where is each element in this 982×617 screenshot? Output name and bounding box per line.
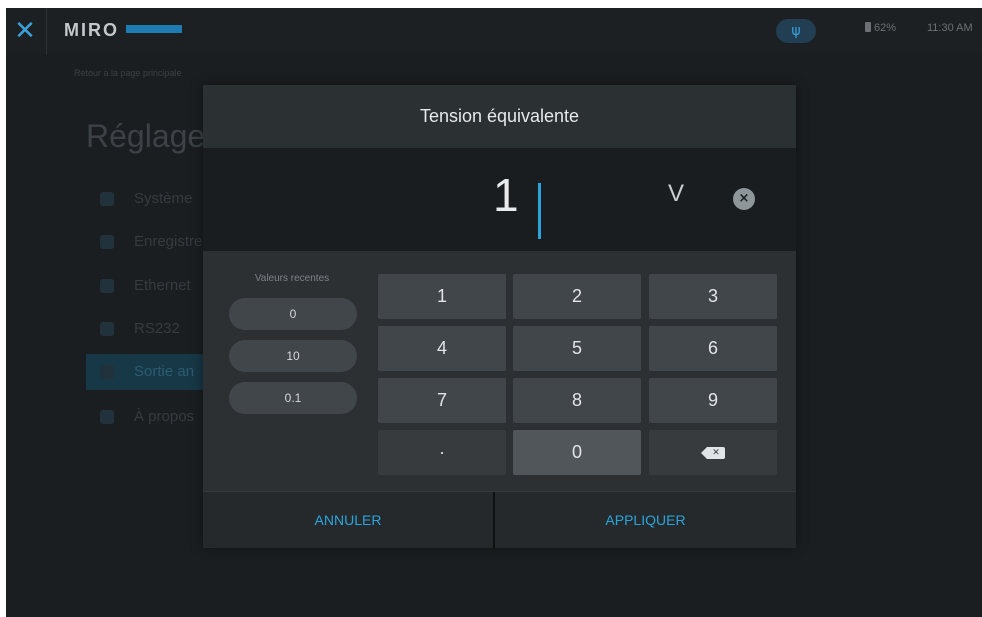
battery-icon	[865, 22, 871, 32]
sidebar-item-label: Sortie an	[134, 363, 195, 380]
key-8[interactable]: 8	[513, 378, 641, 423]
logo-accent-bar	[126, 25, 182, 33]
recent-value-button[interactable]: 0	[229, 298, 357, 330]
record-icon	[100, 235, 114, 249]
battery-status: 62%	[865, 22, 896, 34]
brand-logo: MIRO	[64, 20, 119, 40]
analog-output-icon	[100, 365, 114, 379]
recent-value-button[interactable]: 10	[229, 340, 357, 372]
unit-label: V	[668, 180, 685, 207]
backspace-button[interactable]: ✕	[649, 430, 777, 475]
sidebar-item-label: À propos	[134, 408, 195, 425]
key-0[interactable]: 0	[513, 430, 641, 475]
breadcrumb[interactable]: Retour à la page principale	[74, 68, 182, 78]
system-icon	[100, 192, 114, 206]
key-1[interactable]: 1	[378, 274, 506, 319]
backspace-icon: ✕	[701, 447, 725, 460]
key-decimal-point[interactable]: ·	[378, 430, 506, 475]
app-screen: ✕ MIRO ψ 62% 11:30 AM Retour à la page p…	[6, 8, 982, 617]
sidebar-item-label: Système	[134, 190, 193, 207]
numeric-input-dialog: Tension équivalente 1 V × Valeurs recent…	[203, 85, 796, 548]
clock: 11:30 AM	[927, 22, 973, 34]
key-5[interactable]: 5	[513, 326, 641, 371]
sidebar-item-label: Enregistre	[134, 233, 203, 250]
value-display[interactable]: 1 V ×	[203, 148, 796, 251]
info-icon	[100, 410, 114, 424]
recent-values-label: Valeurs recentes	[254, 273, 330, 284]
key-6[interactable]: 6	[649, 326, 777, 371]
key-2[interactable]: 2	[513, 274, 641, 319]
top-bar: ✕ MIRO ψ 62% 11:30 AM	[6, 8, 982, 54]
dialog-footer: ANNULER APPLIQUER	[203, 491, 796, 548]
topbar-divider	[46, 8, 47, 54]
usb-icon[interactable]: ψ	[776, 19, 816, 43]
close-icon[interactable]: ✕	[12, 18, 38, 44]
ethernet-icon	[100, 279, 114, 293]
sidebar-item-label: RS232	[134, 320, 180, 337]
apply-button[interactable]: APPLIQUER	[495, 492, 796, 548]
value-text: 1	[493, 169, 519, 221]
cancel-button[interactable]: ANNULER	[203, 492, 493, 548]
clear-icon[interactable]: ×	[733, 188, 755, 210]
recent-value-button[interactable]: 0.1	[229, 382, 357, 414]
battery-level: 62%	[874, 22, 897, 34]
key-9[interactable]: 9	[649, 378, 777, 423]
key-4[interactable]: 4	[378, 326, 506, 371]
serial-icon	[100, 322, 114, 336]
sidebar-item-label: Ethernet	[134, 277, 191, 294]
page-title: Réglages	[86, 118, 222, 154]
key-3[interactable]: 3	[649, 274, 777, 319]
dialog-title: Tension équivalente	[203, 85, 796, 148]
key-7[interactable]: 7	[378, 378, 506, 423]
text-cursor	[538, 183, 541, 239]
